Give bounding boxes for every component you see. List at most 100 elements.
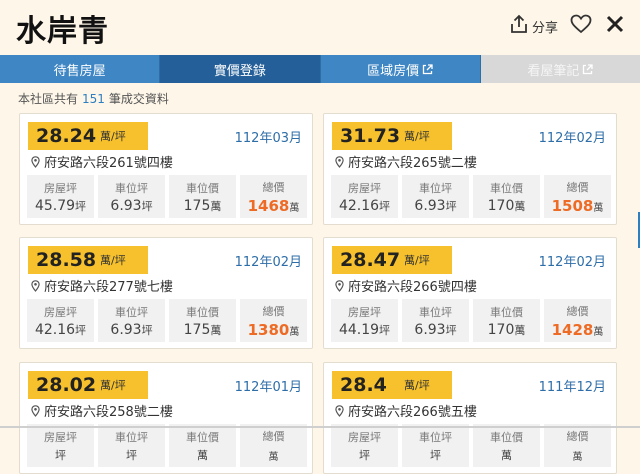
stat-value: 170萬	[488, 198, 526, 214]
stats-row: 房屋坪 44.19坪 車位坪 6.93坪 車位價 170萬 總價 1428萬	[331, 299, 611, 342]
total-price-value: 1380	[247, 320, 290, 339]
favorite-button[interactable]	[570, 14, 592, 38]
address: 府安路六段266號四樓	[335, 276, 477, 295]
stat-total-price: 總價 1508萬	[544, 175, 611, 218]
stat-value: 44.19坪	[339, 322, 390, 338]
tab-label: 待售房屋	[53, 63, 106, 79]
transaction-card[interactable]: 28.02 萬/坪 112年01月 府安路六段258號二樓 房屋坪坪車位坪坪車位價萬總價…	[19, 362, 313, 474]
close-button[interactable]	[606, 15, 624, 37]
parking-price-value: 170	[487, 197, 515, 214]
stat-value: 6.93坪	[414, 322, 456, 338]
total-price-value: 1428	[551, 320, 594, 339]
transaction-date: 112年02月	[538, 255, 606, 270]
unit: 坪	[55, 448, 66, 462]
stat-parking-price: 車位價萬	[473, 424, 540, 467]
stat-house-ping: 房屋坪 42.16坪	[27, 299, 94, 342]
location-pin-icon	[31, 155, 40, 168]
stat-value: 萬	[573, 446, 583, 464]
stat-label: 車位坪	[115, 181, 148, 195]
stat-value: 6.93坪	[414, 198, 456, 214]
external-link-icon	[582, 63, 594, 75]
transaction-date: 112年02月	[538, 131, 606, 146]
stat-value: 45.79坪	[35, 198, 86, 214]
stat-parking-ping: 車位坪 6.93坪	[402, 175, 469, 218]
location-pin-icon	[335, 404, 344, 417]
stat-label: 車位價	[490, 305, 523, 319]
stat-value: 坪	[126, 447, 137, 463]
stat-label: 房屋坪	[348, 305, 381, 319]
parking-ping-value: 6.93	[110, 197, 142, 214]
stat-label: 房屋坪	[44, 181, 77, 195]
unit-price: 28.58	[36, 249, 97, 271]
address: 府安路六段258號二樓	[31, 401, 173, 420]
stat-value: 6.93坪	[110, 322, 152, 338]
transaction-date: 112年03月	[234, 131, 302, 146]
transaction-card[interactable]: 28.47 萬/坪 112年02月府安路六段266號四樓 房屋坪 44.19坪 車位坪 6.…	[323, 237, 617, 349]
stat-house-ping: 房屋坪 44.19坪	[331, 299, 398, 342]
total-price-value: 1508	[551, 196, 594, 215]
unit: 坪	[141, 199, 153, 213]
stat-value: 萬	[269, 446, 279, 464]
stat-parking-price: 車位價萬	[169, 424, 236, 467]
tab-actual-price[interactable]: 實價登錄	[160, 55, 321, 83]
tab-for-sale[interactable]: 待售房屋	[0, 55, 161, 83]
tab-label: 看屋筆記	[527, 63, 580, 79]
address-text: 府安路六段261號四樓	[44, 156, 173, 171]
stat-total-price: 總價 1380萬	[240, 299, 307, 342]
stat-value: 175萬	[184, 198, 222, 214]
stat-total-price: 總價萬	[240, 424, 307, 467]
transaction-card[interactable]: 28.58 萬/坪 112年02月 府安路六段277號七樓 房屋坪 42.16坪 車位坪 6.…	[19, 237, 313, 349]
unit: 萬	[289, 202, 300, 214]
address-text: 府安路六段266號四樓	[348, 280, 477, 295]
stat-value: 1508萬	[552, 197, 604, 215]
tab-viewing-notes[interactable]: 看屋筆記	[480, 55, 640, 83]
stat-label: 車位價	[186, 181, 219, 195]
unit: 萬	[572, 451, 583, 463]
stat-label: 車位價	[490, 181, 523, 195]
address: 府安路六段261號四樓	[31, 152, 173, 171]
stat-parking-ping: 車位坪坪	[402, 424, 469, 467]
stat-parking-ping: 車位坪 6.93坪	[402, 299, 469, 342]
unit-price-unit: 萬/坪	[404, 254, 430, 267]
tab-area-price[interactable]: 區域房價	[320, 55, 481, 83]
unit: 萬	[514, 199, 526, 213]
transaction-card[interactable]: 31.73 萬/坪 112年02月 府安路六段265號二樓 房屋坪 42.16坪 車位坪 6.…	[323, 113, 617, 225]
stat-label: 房屋坪	[44, 305, 77, 319]
stats-row: 房屋坪 42.16坪 車位坪 6.93坪 車位價 170萬 總價 1508萬	[331, 175, 611, 218]
unit: 萬	[501, 448, 512, 462]
stat-label: 房屋坪	[348, 430, 381, 444]
stat-value: 1468萬	[248, 197, 300, 215]
unit-price-badge: 28.47 萬/坪	[332, 246, 452, 274]
unit: 萬	[289, 326, 300, 338]
unit-price-unit: 萬/坪	[100, 379, 126, 392]
parking-price-value: 175	[183, 321, 211, 338]
tab-label: 實價登錄	[213, 63, 266, 79]
stat-label: 車位坪	[419, 430, 452, 444]
parking-price-value: 175	[183, 197, 211, 214]
unit: 坪	[445, 199, 457, 213]
transaction-card[interactable]: 28.4 萬/坪 111年12月 府安路六段266號五樓 房屋坪坪車位坪坪車位價萬總價萬	[323, 362, 617, 474]
transaction-card[interactable]: 28.24 萬/坪 112年03月 府安路六段261號四樓 房屋坪 45.79坪 車位坪 6.…	[19, 113, 313, 225]
location-pin-icon	[335, 155, 344, 168]
stat-value: 萬	[197, 447, 208, 463]
stat-parking-price: 車位價 175萬	[169, 175, 236, 218]
house-ping-value: 44.19	[338, 321, 380, 338]
app-header: 水岸青 分享	[0, 0, 640, 55]
address-text: 府安路六段258號二樓	[44, 405, 173, 420]
share-button[interactable]: 分享	[510, 14, 570, 38]
unit: 萬	[593, 326, 604, 338]
stat-value: 1428萬	[552, 321, 604, 339]
stat-label: 總價	[566, 429, 589, 443]
heart-icon	[570, 14, 592, 38]
unit-price-unit: 萬/坪	[100, 130, 126, 143]
unit: 坪	[141, 323, 153, 337]
stat-value: 42.16坪	[35, 322, 86, 338]
page-title: 水岸青	[16, 14, 109, 49]
stat-house-ping: 房屋坪 45.79坪	[27, 175, 94, 218]
external-link-icon	[422, 63, 433, 75]
stat-value: 42.16坪	[339, 198, 390, 214]
stat-parking-ping: 車位坪 6.93坪	[98, 175, 165, 218]
stat-value: 175萬	[184, 322, 222, 338]
stats-row: 房屋坪 42.16坪 車位坪 6.93坪 車位價 175萬 總價 1380萬	[27, 299, 307, 342]
unit: 坪	[359, 448, 370, 462]
